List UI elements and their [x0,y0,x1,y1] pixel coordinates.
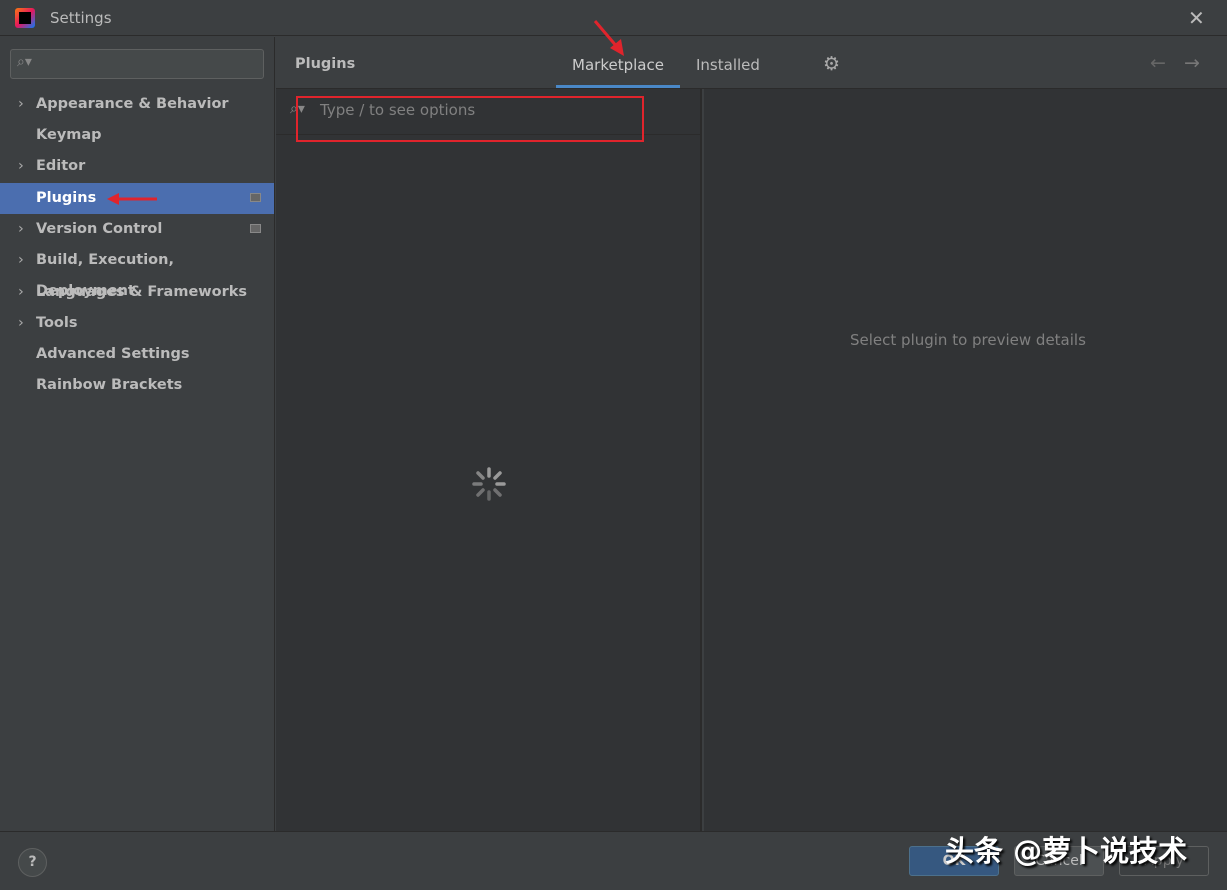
sidebar-item-editor[interactable]: › Editor [0,151,274,182]
preview-empty-message: Select plugin to preview details [850,331,1086,349]
sidebar-item-appearance-behavior[interactable]: › Appearance & Behavior [0,89,274,120]
gear-icon[interactable]: ⚙ [823,53,840,75]
sidebar-item-label: Languages & Frameworks [36,284,248,300]
chevron-right-icon[interactable]: › [18,214,24,245]
sidebar-item-label: Plugins [36,190,97,206]
sidebar-item-languages-frameworks[interactable]: › Languages & Frameworks [0,277,274,308]
sidebar-search-input[interactable]: ⌕▾ [10,49,264,79]
help-button[interactable]: ? [18,848,47,877]
sidebar-item-label: Keymap [36,127,102,143]
sidebar-item-label: Tools [36,315,78,331]
back-arrow-icon[interactable]: ← [1150,52,1166,74]
search-icon: ⌕▾ [17,54,32,70]
sidebar-item-advanced-settings[interactable]: Advanced Settings [0,339,274,370]
sidebar-item-keymap[interactable]: Keymap [0,120,274,151]
watermark: 头条 @萝卜说技术 [945,834,1188,868]
sidebar-item-version-control[interactable]: › Version Control [0,214,274,245]
tab-marketplace[interactable]: Marketplace [556,56,680,88]
sidebar-item-label: Editor [36,158,86,174]
sidebar-item-label: Advanced Settings [36,346,190,362]
intellij-app-icon [15,8,35,28]
chevron-right-icon[interactable]: › [18,151,24,182]
plugin-preview-panel: Select plugin to preview details [704,89,1227,831]
loading-spinner-icon [472,467,506,501]
sidebar-item-tools[interactable]: › Tools [0,308,274,339]
annotation-arrow-icon [107,193,157,205]
sidebar-item-label: Version Control [36,221,163,237]
sidebar-item-label: Rainbow Brackets [36,377,183,393]
close-icon[interactable]: ✕ [1188,6,1205,30]
window-title: Settings [50,9,112,27]
page-title: Plugins [295,56,356,72]
chevron-right-icon[interactable]: › [18,89,24,120]
annotation-highlight-box [296,96,644,142]
project-settings-icon [250,224,261,233]
plugin-list-panel: ⌕▾ Type / to see options [276,89,702,831]
chevron-right-icon[interactable]: › [18,245,24,276]
forward-arrow-icon[interactable]: → [1184,52,1200,74]
sidebar-item-rainbow-brackets[interactable]: Rainbow Brackets [0,370,274,401]
project-settings-icon [250,193,261,202]
chevron-right-icon[interactable]: › [18,277,24,308]
sidebar-item-label: Appearance & Behavior [36,96,229,112]
tab-installed[interactable]: Installed [696,56,760,74]
chevron-right-icon[interactable]: › [18,308,24,339]
sidebar-item-build-execution-deployment[interactable]: › Build, Execution, Deployment [0,245,274,299]
annotation-arrow-icon [593,20,624,56]
